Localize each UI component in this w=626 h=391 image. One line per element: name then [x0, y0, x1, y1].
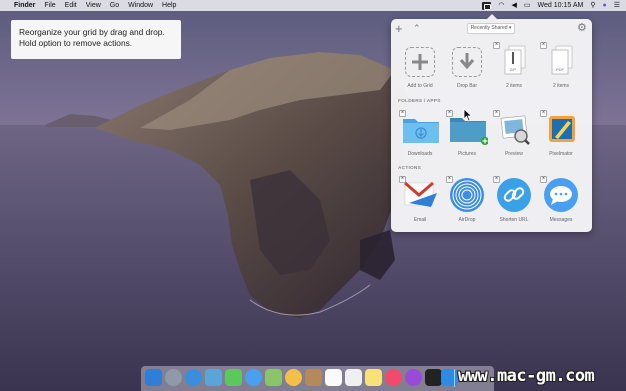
downloads-folder-icon [403, 119, 439, 143]
grid-item-email[interactable]: × Email [397, 176, 443, 229]
notification-center-icon[interactable]: ☰ [614, 0, 620, 11]
battery-icon[interactable]: ▭ [524, 0, 531, 11]
mail-icon [404, 181, 437, 207]
menu-edit[interactable]: Edit [65, 0, 77, 11]
menu-app-name[interactable]: Finder [14, 0, 35, 11]
app-store-icon[interactable] [441, 369, 458, 386]
grid-item-downloads[interactable]: × Downloads [397, 110, 443, 163]
zip-label: ZIP [510, 67, 517, 72]
dock [141, 366, 494, 391]
maps-icon[interactable] [265, 369, 282, 386]
photos-icon[interactable] [285, 369, 302, 386]
search-icon[interactable]: ⚲ [590, 0, 595, 11]
collapse-icon[interactable]: ⌃ [413, 22, 421, 35]
menu-go[interactable]: Go [110, 0, 119, 11]
menu-file[interactable]: File [44, 0, 55, 11]
podcasts-icon[interactable] [405, 369, 422, 386]
link-icon [497, 178, 531, 212]
pdf-file-icon: PDF [551, 45, 573, 75]
grid-item-drop-bar[interactable]: Drop Bar [444, 45, 490, 95]
mouse-cursor-icon [463, 108, 473, 122]
down-arrow-icon [452, 47, 482, 77]
grid-item-caption: Pictures [457, 151, 477, 157]
section-label-actions: ACTIONS [398, 166, 421, 171]
safari-icon[interactable] [185, 369, 202, 386]
grid-item-preview[interactable]: × Preview [491, 110, 537, 163]
tip-line-2: Hold option to remove actions. [19, 38, 133, 48]
filter-select[interactable]: Recently Shared ▾ [467, 23, 515, 34]
yoink-panel: + ⌃ Recently Shared ▾ ⚙ Add to Grid Drop… [391, 14, 592, 232]
menu-help[interactable]: Help [162, 0, 176, 11]
section-label-folders: FOLDERS / APPS [398, 99, 441, 104]
contacts-icon[interactable] [305, 369, 322, 386]
gear-icon[interactable]: ⚙ [577, 22, 587, 34]
grid-item-caption: Drop Bar [456, 83, 477, 89]
grid-item-caption: Email [413, 217, 427, 223]
menu-view[interactable]: View [86, 0, 101, 11]
notes-icon[interactable] [365, 369, 382, 386]
reminders-icon[interactable] [345, 369, 362, 386]
menu-clock[interactable]: Wed 10:15 AM [538, 2, 584, 9]
grid-item-caption: Messages [549, 217, 573, 223]
menu-bar-status-area: ◠ ◀ ▭ Wed 10:15 AM ⚲ ● ☰ [475, 0, 620, 11]
zip-file-icon: ZIP [504, 45, 526, 75]
grid-item-caption: Preview [505, 151, 523, 157]
grid-item-pixelmator[interactable]: × Pixelmator [538, 110, 584, 163]
facetime-icon[interactable] [225, 369, 242, 386]
volume-icon[interactable]: ◀ [512, 0, 517, 11]
calendar-icon[interactable] [325, 369, 342, 386]
pixelmator-app-icon [549, 116, 575, 142]
dock-separator [454, 369, 455, 387]
add-icon[interactable]: + [395, 22, 403, 35]
tip-line-1: Reorganize your grid by drag and drop. [19, 27, 165, 37]
messages-icon [544, 178, 578, 212]
grid-item-caption: 2 items [505, 83, 523, 89]
mail-app-icon[interactable] [205, 369, 222, 386]
menu-window[interactable]: Window [128, 0, 153, 11]
airdrop-icon [450, 178, 484, 212]
grid-item-zip-files[interactable]: × ZIP 2 items [491, 42, 537, 95]
apple-tv-icon[interactable] [425, 369, 442, 386]
siri-icon[interactable]: ● [602, 0, 606, 11]
grid-item-pictures-dragging[interactable]: × Pictures [444, 99, 490, 157]
grid-item-caption: 2 items [552, 83, 570, 89]
grid-item-messages[interactable]: × Messages [538, 176, 584, 229]
grid-item-airdrop[interactable]: × AirDrop [444, 176, 490, 229]
menu-bar: Finder File Edit View Go Window Help ◠ ◀… [0, 0, 626, 11]
messages-app-icon[interactable] [245, 369, 262, 386]
pdf-label: PDF [556, 67, 565, 72]
finder-icon[interactable] [145, 369, 162, 386]
grid-item-pdf-files[interactable]: × PDF 2 items [538, 42, 584, 95]
watermark-text: www.mac-gm.com [458, 366, 595, 386]
grid-item-caption: Add to Grid [407, 83, 433, 89]
grid-item-caption: AirDrop [458, 217, 476, 223]
grid-item-caption: Shorten URL [499, 217, 529, 223]
yoink-status-icon[interactable] [482, 1, 492, 10]
grid-item-caption: Pixelmator [549, 151, 573, 157]
panel-header: + ⌃ Recently Shared ▾ ⚙ [391, 19, 592, 39]
music-icon[interactable] [385, 369, 402, 386]
grid-item-caption: Downloads [407, 151, 433, 157]
preview-app-icon [500, 115, 530, 145]
grid-item-shorten-url[interactable]: × Shorten URL [491, 176, 537, 229]
plus-icon [405, 47, 435, 77]
tip-banner: Reorganize your grid by drag and drop. H… [11, 20, 181, 59]
grid-item-add-to-grid[interactable]: Add to Grid [397, 45, 443, 95]
launchpad-icon[interactable] [165, 369, 182, 386]
wifi-icon[interactable]: ◠ [498, 0, 504, 11]
